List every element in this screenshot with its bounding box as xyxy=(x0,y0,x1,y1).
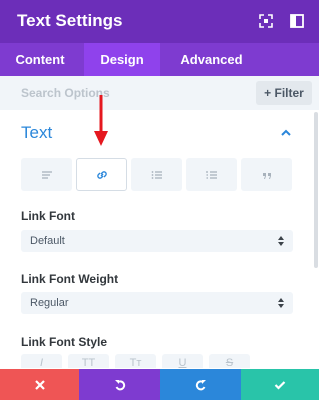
underline-button[interactable]: U xyxy=(162,354,203,368)
link-font-weight-select[interactable]: Regular xyxy=(21,292,293,314)
link-font-value: Default xyxy=(30,235,65,247)
select-arrows-icon xyxy=(277,235,285,247)
filter-button[interactable]: + Filter xyxy=(256,81,312,105)
action-footer xyxy=(0,369,319,400)
link-font-label: Link Font xyxy=(21,209,75,223)
undo-icon xyxy=(114,379,125,390)
link-font-weight-value: Regular xyxy=(30,297,69,309)
link-font-weight-label: Link Font Weight xyxy=(21,272,119,286)
undo-button[interactable] xyxy=(79,369,160,400)
tab-bar: Content Design Advanced xyxy=(0,43,319,76)
uppercase-button[interactable]: TT xyxy=(68,354,109,368)
link-font-style-label: Link Font Style xyxy=(21,335,108,349)
close-icon xyxy=(34,379,45,390)
link-icon[interactable] xyxy=(76,158,127,191)
font-style-buttons: I TT Tт U S xyxy=(21,354,261,368)
split-view-icon[interactable] xyxy=(289,13,305,29)
paragraph-text-icon[interactable] xyxy=(21,158,72,191)
expand-icon[interactable] xyxy=(258,13,274,29)
check-icon xyxy=(274,380,286,390)
cancel-button[interactable] xyxy=(0,369,79,400)
scrollbar[interactable] xyxy=(314,112,318,268)
section-title[interactable]: Text xyxy=(21,123,52,143)
chevron-up-icon[interactable] xyxy=(279,126,293,140)
capitalize-button[interactable]: Tт xyxy=(115,354,156,368)
tab-design[interactable]: Design xyxy=(84,43,160,76)
tab-advanced[interactable]: Advanced xyxy=(164,43,259,76)
link-font-select[interactable]: Default xyxy=(21,230,293,252)
ordered-list-icon[interactable] xyxy=(186,158,237,191)
settings-header: Text Settings xyxy=(0,0,319,43)
unordered-list-icon[interactable] xyxy=(131,158,182,191)
save-button[interactable] xyxy=(241,369,319,400)
text-type-selector xyxy=(21,158,293,191)
modal-title: Text Settings xyxy=(17,11,123,30)
search-bar: Search Options + Filter xyxy=(0,76,319,110)
strikethrough-button[interactable]: S xyxy=(209,354,250,368)
select-arrows-icon xyxy=(277,297,285,309)
quote-icon[interactable] xyxy=(241,158,292,191)
redo-button[interactable] xyxy=(160,369,241,400)
tab-content[interactable]: Content xyxy=(0,43,80,76)
red-down-arrow-icon xyxy=(93,95,109,147)
redo-icon xyxy=(195,379,206,390)
italic-button[interactable]: I xyxy=(21,354,62,368)
